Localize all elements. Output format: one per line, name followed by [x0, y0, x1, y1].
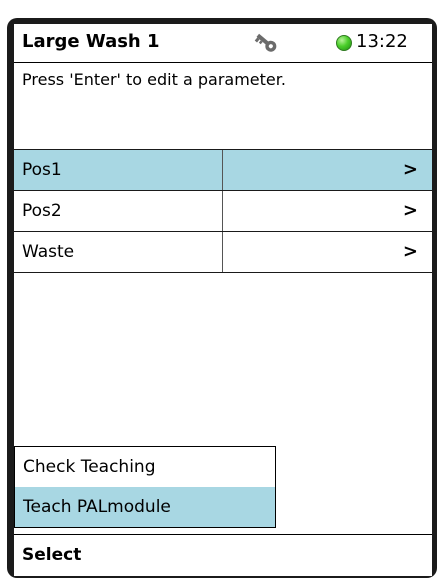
list-item-label: Pos2	[22, 201, 62, 221]
column-divider	[222, 150, 223, 190]
list-item-waste[interactable]: Waste >	[14, 231, 432, 273]
menu-item-check-teaching[interactable]: Check Teaching	[15, 447, 275, 487]
column-divider	[222, 232, 223, 272]
menu-item-label: Teach PALmodule	[23, 497, 171, 517]
context-menu: Check Teaching Teach PALmodule	[14, 446, 276, 528]
chevron-right-icon: >	[402, 159, 418, 180]
column-divider	[222, 191, 223, 231]
list-item-label: Pos1	[22, 160, 62, 180]
chevron-right-icon: >	[402, 241, 418, 262]
instruction-text: Press 'Enter' to edit a parameter.	[22, 70, 286, 89]
parameter-list: Pos1 > Pos2 > Waste >	[14, 149, 432, 273]
select-softkey[interactable]: Select	[22, 545, 81, 565]
list-item-label: Waste	[22, 242, 75, 262]
status-indicator-icon	[336, 35, 352, 51]
softkey-bar: Select	[14, 534, 432, 576]
list-item-pos1[interactable]: Pos1 >	[14, 149, 432, 190]
device-screen: Large Wash 1 13:22 Press 'Enter' to edit…	[14, 24, 432, 576]
header-bar: Large Wash 1 13:22	[14, 24, 432, 63]
menu-item-teach-palmodule[interactable]: Teach PALmodule	[15, 487, 275, 527]
menu-item-label: Check Teaching	[23, 457, 156, 477]
screen-title: Large Wash 1	[22, 31, 160, 52]
clock-time: 13:22	[356, 31, 408, 52]
list-item-pos2[interactable]: Pos2 >	[14, 190, 432, 231]
chevron-right-icon: >	[402, 200, 418, 221]
key-icon	[254, 33, 277, 52]
